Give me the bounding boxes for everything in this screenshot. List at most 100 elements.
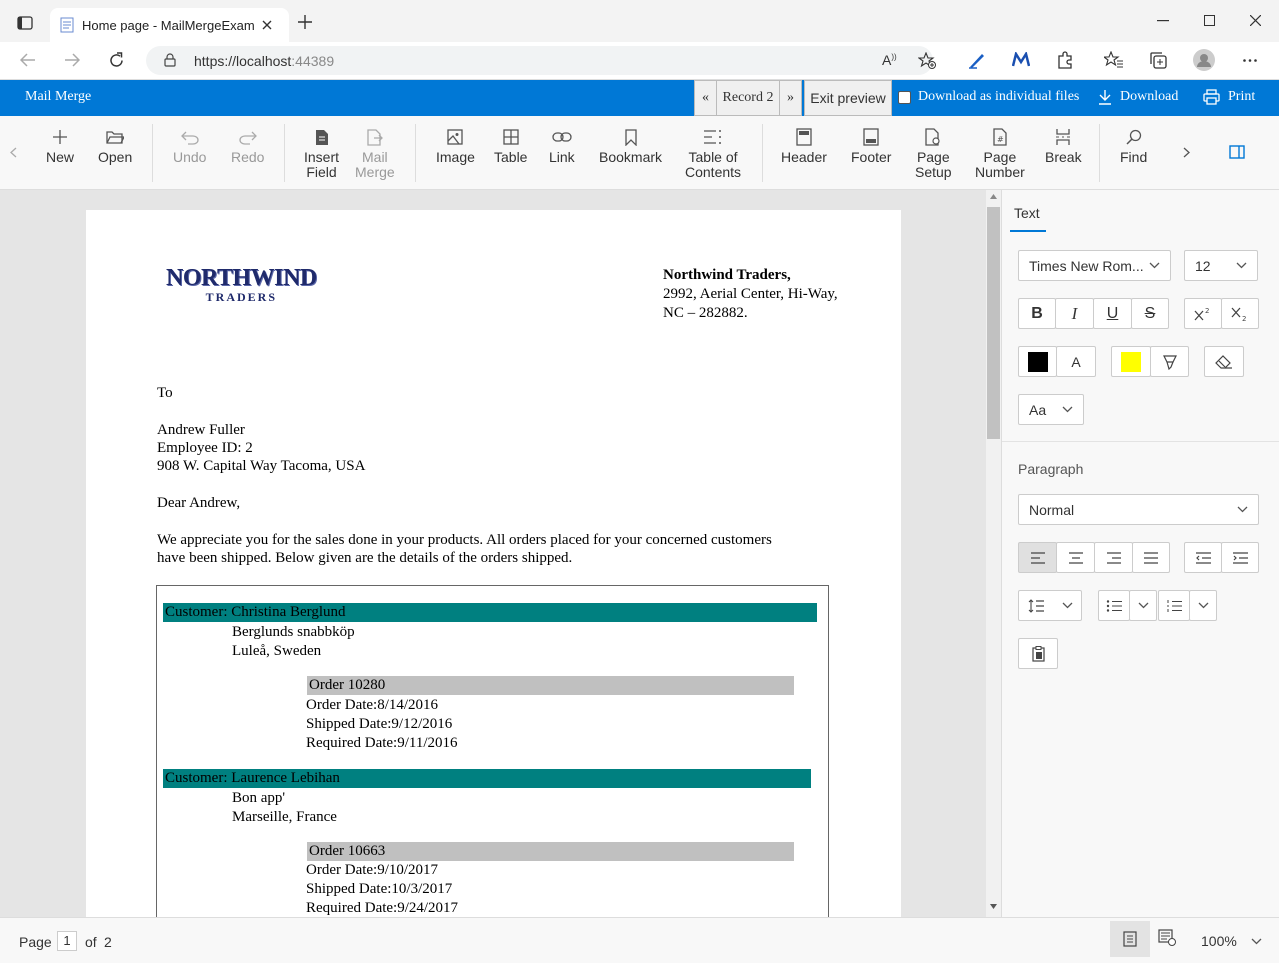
recipient-name: Andrew Fuller (157, 422, 245, 438)
decrease-indent-button[interactable] (1184, 542, 1222, 573)
font-family-dropdown[interactable]: Times New Rom... (1018, 250, 1171, 281)
minimize-icon[interactable] (1157, 20, 1169, 22)
print-button[interactable]: Print (1203, 89, 1255, 105)
image-button[interactable]: Image (436, 126, 475, 165)
highlight-color-button[interactable] (1150, 346, 1189, 377)
find-button[interactable]: Find (1120, 126, 1147, 165)
maximize-icon[interactable] (1204, 15, 1215, 26)
url-field[interactable]: https://localhost:44389 A)) (146, 46, 936, 75)
link-button[interactable]: Link (549, 126, 575, 165)
highlight-swatch-button[interactable] (1111, 346, 1151, 377)
insert-field-button[interactable]: Insert Field (304, 126, 339, 180)
page-setup-icon (925, 126, 941, 148)
page-label: Page (19, 934, 52, 950)
subscript-button[interactable]: 2 (1221, 298, 1259, 329)
current-page-input[interactable]: 1 (57, 931, 77, 951)
zoom-dropdown[interactable]: 100% (1201, 933, 1262, 949)
bullets-button[interactable] (1098, 590, 1130, 621)
collections-icon[interactable] (1149, 51, 1168, 70)
tab-text[interactable]: Text (1014, 205, 1040, 221)
table-of-contents-button[interactable]: Table of Contents (685, 126, 741, 180)
active-tab-indicator (1010, 230, 1046, 232)
previous-record-button[interactable]: « (694, 80, 717, 116)
font-color-swatch-button[interactable] (1018, 346, 1057, 377)
extension-m-icon[interactable] (1012, 52, 1030, 68)
back-icon[interactable] (20, 53, 36, 67)
document-viewport[interactable]: NORTHWIND TRADERS Northwind Traders, 299… (0, 190, 986, 917)
header-button[interactable]: Header (781, 126, 827, 165)
order-bar: Order 10280 (307, 676, 794, 695)
numbering-dropdown[interactable] (1189, 590, 1217, 621)
browser-tab[interactable]: Home page - MailMergeExample (50, 8, 289, 42)
page-setup-label-2: Setup (915, 164, 952, 180)
forward-icon[interactable] (64, 53, 80, 67)
redo-label: Redo (231, 149, 265, 165)
font-size-dropdown[interactable]: 12 (1184, 250, 1258, 281)
extension-pen-icon[interactable] (968, 51, 986, 69)
clear-formatting-button[interactable] (1204, 346, 1244, 377)
bold-button[interactable]: B (1018, 298, 1056, 329)
align-left-button[interactable] (1018, 542, 1057, 573)
read-aloud-icon[interactable]: A)) (882, 52, 897, 68)
toggle-properties-pane-icon[interactable] (1229, 145, 1245, 159)
add-favorite-icon[interactable] (918, 52, 936, 69)
more-options-icon[interactable] (1243, 59, 1257, 62)
paste-button[interactable] (1018, 638, 1058, 669)
profile-avatar[interactable] (1193, 49, 1215, 71)
mail-merge-icon (367, 126, 383, 148)
web-layout-button[interactable] (1158, 929, 1176, 946)
page-setup-button[interactable]: Page Setup (915, 126, 952, 180)
justify-button[interactable] (1132, 542, 1170, 573)
document-scrollbar[interactable] (986, 190, 1001, 917)
align-center-button[interactable] (1056, 542, 1095, 573)
exit-preview-button[interactable]: Exit preview (804, 80, 892, 116)
extensions-puzzle-icon[interactable] (1056, 51, 1074, 69)
document-page[interactable]: NORTHWIND TRADERS Northwind Traders, 299… (86, 210, 901, 917)
customer-details: Bon app' Marseille, France (232, 789, 337, 827)
tab-title: Home page - MailMergeExample (82, 17, 254, 33)
footer-button[interactable]: Footer (851, 126, 891, 165)
download-individual-checkbox[interactable] (898, 91, 911, 104)
mail-merge-button[interactable]: Mail Merge (355, 126, 395, 180)
break-button[interactable]: Break (1045, 126, 1082, 165)
bookmark-button[interactable]: Bookmark (599, 126, 662, 165)
paragraph-style-value: Normal (1029, 501, 1075, 518)
redo-button[interactable]: Redo (231, 126, 264, 165)
close-window-icon[interactable] (1250, 15, 1261, 26)
undo-button[interactable]: Undo (173, 126, 206, 165)
change-case-dropdown[interactable]: Aa (1018, 394, 1084, 425)
print-layout-button[interactable] (1110, 921, 1150, 957)
align-left-icon (1030, 551, 1046, 564)
underline-button[interactable]: U (1093, 298, 1132, 329)
tab-actions-icon[interactable] (17, 16, 33, 30)
line-spacing-dropdown[interactable] (1018, 590, 1082, 621)
bullets-dropdown[interactable] (1129, 590, 1157, 621)
scroll-down-icon[interactable] (990, 904, 997, 909)
paragraph-style-dropdown[interactable]: Normal (1018, 494, 1259, 525)
align-right-icon (1106, 551, 1122, 564)
table-button[interactable]: Table (494, 126, 527, 165)
new-button[interactable]: New (46, 126, 74, 165)
italic-button[interactable]: I (1055, 298, 1094, 329)
scrollbar-thumb[interactable] (987, 207, 1000, 439)
font-color-button[interactable]: A (1056, 346, 1096, 377)
svg-text:2: 2 (1242, 315, 1246, 321)
page-number-button[interactable]: # Page Number (975, 126, 1025, 180)
next-record-button[interactable]: » (779, 80, 802, 116)
scroll-right-icon[interactable] (1183, 147, 1190, 158)
favorites-icon[interactable] (1104, 51, 1124, 69)
close-tab-icon[interactable] (262, 20, 272, 30)
align-right-button[interactable] (1094, 542, 1133, 573)
table-icon (503, 126, 519, 148)
open-button[interactable]: Open (98, 126, 132, 165)
download-button[interactable]: Download (1098, 89, 1178, 105)
new-tab-icon[interactable] (298, 15, 312, 29)
increase-indent-button[interactable] (1221, 542, 1259, 573)
superscript-button[interactable]: 2 (1184, 298, 1222, 329)
refresh-icon[interactable] (108, 52, 125, 69)
scroll-up-icon[interactable] (990, 194, 997, 199)
numbering-button[interactable] (1158, 590, 1190, 621)
strikethrough-button[interactable]: S (1131, 298, 1169, 329)
customer-name: Customer: Laurence Lebihan (165, 770, 340, 786)
scroll-left-icon[interactable] (10, 147, 17, 158)
